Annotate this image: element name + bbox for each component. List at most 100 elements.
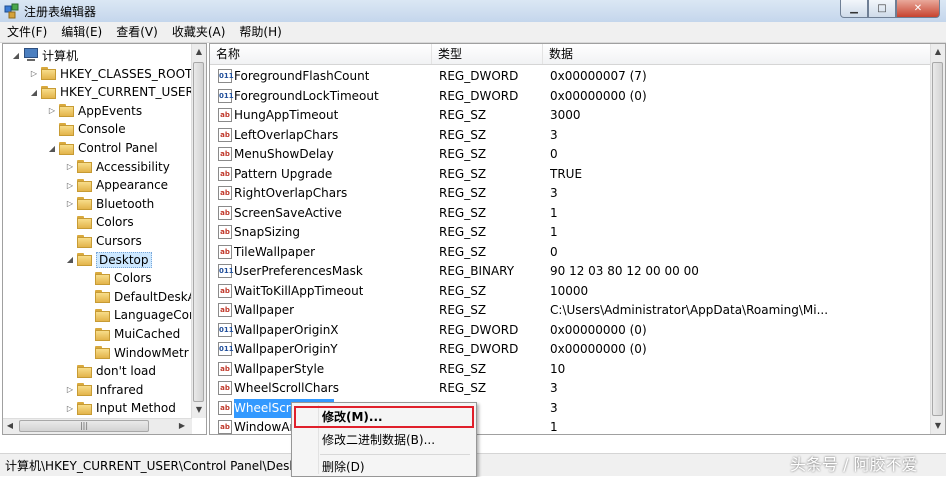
- context-modify-binary[interactable]: 修改二进制数据(B)...: [293, 430, 473, 450]
- values-vertical-scrollbar[interactable]: ▲ ▼: [930, 44, 945, 434]
- collapsed-arrow-icon[interactable]: ▷: [47, 106, 57, 115]
- registry-tree[interactable]: ◢ 计算机 ▷ HKEY_CLASSES_ROOT ◢ HKEY_CURRENT_USER…: [2, 43, 207, 435]
- tree-node[interactable]: ▷ Input Method: [65, 399, 176, 417]
- scroll-down-arrow-icon[interactable]: ▼: [931, 418, 945, 434]
- scroll-up-arrow-icon[interactable]: ▲: [931, 44, 945, 60]
- value-row[interactable]: ab SnapSizing REG_SZ 1: [210, 223, 930, 242]
- tree-node[interactable]: ▷ Bluetooth: [65, 195, 154, 213]
- tree-node[interactable]: ▷ HKEY_CLASSES_ROOT: [29, 65, 192, 83]
- value-row[interactable]: ab TileWallpaper REG_SZ 0: [210, 243, 930, 262]
- string-value-icon: ab: [218, 166, 232, 181]
- value-row[interactable]: 011 ForegroundLockTimeout REG_DWORD 0x00000…: [210, 87, 930, 106]
- expanded-arrow-icon[interactable]: ◢: [65, 255, 75, 264]
- expanded-arrow-icon[interactable]: ◢: [47, 144, 57, 153]
- tree-node[interactable]: ◢ Desktop: [65, 251, 152, 269]
- menu-file[interactable]: 文件(F): [0, 22, 54, 42]
- scroll-left-arrow-icon[interactable]: ◀: [3, 418, 17, 434]
- menu-edit[interactable]: 编辑(E): [54, 22, 109, 42]
- value-row[interactable]: 011 WallpaperOriginX REG_DWORD 0x00000000 (…: [210, 321, 930, 340]
- expanded-arrow-icon[interactable]: ◢: [29, 88, 39, 97]
- folder-icon: [77, 178, 93, 192]
- tree-node[interactable]: LanguageCor: [83, 306, 194, 324]
- tree-node[interactable]: ◢ HKEY_CURRENT_USER: [29, 83, 194, 101]
- value-name: MenuShowDelay: [234, 147, 334, 161]
- value-name: WindowAr: [234, 420, 295, 434]
- tree-hscroll-thumb[interactable]: |||: [19, 420, 149, 432]
- value-data: 0x00000007 (7): [550, 69, 647, 83]
- tree-node[interactable]: ▷ Accessibility: [65, 158, 170, 176]
- collapsed-arrow-icon[interactable]: ▷: [65, 199, 75, 208]
- tree-node-label: Colors: [96, 215, 134, 230]
- value-row[interactable]: ab ScreenSaveActive REG_SZ 1: [210, 204, 930, 223]
- expanded-arrow-icon[interactable]: ◢: [11, 51, 21, 60]
- tree-node[interactable]: Cursors: [65, 232, 142, 250]
- menu-view[interactable]: 查看(V): [109, 22, 165, 42]
- minimize-button[interactable]: ▁: [840, 0, 868, 18]
- collapsed-arrow-icon[interactable]: ▷: [65, 162, 75, 171]
- value-row[interactable]: ab HungAppTimeout REG_SZ 3000: [210, 106, 930, 125]
- context-delete[interactable]: 删除(D): [293, 457, 473, 477]
- tree-node[interactable]: MuiCached: [83, 325, 180, 343]
- value-name: WallpaperOriginY: [234, 342, 338, 356]
- value-row[interactable]: ab RightOverlapChars REG_SZ 3: [210, 184, 930, 203]
- scroll-up-arrow-icon[interactable]: ▲: [192, 44, 206, 60]
- close-button[interactable]: ✕: [896, 0, 940, 18]
- value-row[interactable]: ab Wallpaper REG_SZ C:\Users\Administrator\…: [210, 301, 930, 320]
- menu-bar: 文件(F) 编辑(E) 查看(V) 收藏夹(A) 帮助(H): [0, 22, 946, 43]
- value-row[interactable]: ab Pattern Upgrade REG_SZ TRUE: [210, 165, 930, 184]
- collapsed-arrow-icon[interactable]: ▷: [65, 404, 75, 413]
- value-name: LeftOverlapChars: [234, 127, 339, 142]
- folder-icon: [95, 290, 111, 304]
- collapsed-arrow-icon[interactable]: ▷: [65, 181, 75, 190]
- tree-horizontal-scrollbar[interactable]: ◀ ||| ▶: [3, 418, 192, 434]
- tree-node[interactable]: ▷ Appearance: [65, 176, 168, 194]
- menu-help[interactable]: 帮助(H): [232, 22, 288, 42]
- tree-node[interactable]: ▷ AppEvents: [47, 102, 142, 120]
- string-value-icon: ab: [218, 420, 232, 434]
- tree-node[interactable]: don't load: [65, 362, 156, 380]
- scroll-right-arrow-icon[interactable]: ▶: [175, 418, 189, 434]
- tree-node[interactable]: ◢ Control Panel: [47, 139, 158, 157]
- values-list[interactable]: 名称 类型 数据 011 ForegroundFlashCount REG_DWOR…: [209, 43, 946, 435]
- column-name[interactable]: 名称: [210, 44, 432, 64]
- tree-node[interactable]: ▷ Infrared: [65, 381, 143, 399]
- tree-vertical-scrollbar[interactable]: ▲ ▼: [191, 44, 206, 418]
- column-type[interactable]: 类型: [432, 44, 543, 64]
- value-data: 90 12 03 80 12 00 00 00: [550, 264, 699, 278]
- tree-node-label: Colors: [114, 271, 152, 286]
- value-row[interactable]: ab LeftOverlapChars REG_SZ 3: [210, 126, 930, 145]
- value-row[interactable]: ab WaitToKillAppTimeout REG_SZ 10000: [210, 282, 930, 301]
- tree-node[interactable]: Colors: [83, 269, 152, 287]
- folder-icon: [77, 197, 93, 211]
- tree-node-label: HKEY_CURRENT_USER: [60, 85, 194, 100]
- value-name: WheelScrollChars: [234, 381, 339, 395]
- values-scroll-thumb[interactable]: [932, 62, 943, 416]
- registry-editor-icon: [4, 3, 19, 19]
- scroll-down-arrow-icon[interactable]: ▼: [192, 402, 206, 418]
- menu-favorites[interactable]: 收藏夹(A): [165, 22, 233, 42]
- value-row[interactable]: 011 UserPreferencesMask REG_BINARY 90 12 03…: [210, 262, 930, 281]
- value-row[interactable]: ab WallpaperStyle REG_SZ 10: [210, 360, 930, 379]
- tree-node-label: DefaultDeskA: [114, 289, 196, 304]
- tree-node[interactable]: ◢ 计算机: [11, 46, 78, 64]
- collapsed-arrow-icon[interactable]: ▷: [65, 385, 75, 394]
- tree-node[interactable]: WindowMetr: [83, 344, 189, 362]
- value-row[interactable]: ab MenuShowDelay REG_SZ 0: [210, 145, 930, 164]
- value-name: Pattern Upgrade: [234, 166, 333, 181]
- value-row[interactable]: 011 ForegroundFlashCount REG_DWORD 0x000000…: [210, 67, 930, 86]
- tree-node-label: LanguageCor: [114, 308, 194, 323]
- string-value-icon: ab: [218, 244, 232, 259]
- tree-node[interactable]: Colors: [65, 213, 134, 231]
- column-data[interactable]: 数据: [543, 44, 931, 64]
- value-type: REG_DWORD: [439, 342, 519, 356]
- value-row[interactable]: 011 WallpaperOriginY REG_DWORD 0x00000000 (…: [210, 340, 930, 359]
- tree-node[interactable]: DefaultDeskA: [83, 288, 196, 306]
- tree-scroll-thumb[interactable]: [193, 62, 204, 402]
- maximize-button[interactable]: □: [868, 0, 896, 18]
- tree-node-label: HKEY_CLASSES_ROOT: [60, 66, 193, 81]
- value-data: 1: [550, 225, 558, 239]
- tree-node[interactable]: Console: [47, 120, 126, 138]
- value-row[interactable]: ab WheelScrollChars REG_SZ 3: [210, 379, 930, 398]
- collapsed-arrow-icon[interactable]: ▷: [29, 69, 39, 78]
- tree-node-label: Accessibility: [96, 159, 170, 174]
